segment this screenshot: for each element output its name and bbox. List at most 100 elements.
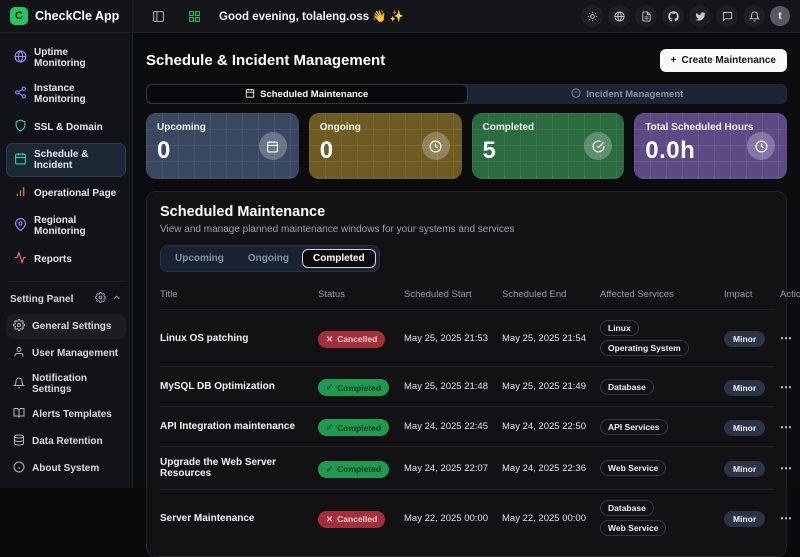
filter-tab-group: Upcoming Ongoing Completed (160, 245, 380, 272)
row-actions-menu[interactable]: ⋯ (780, 380, 793, 394)
info-icon (13, 461, 25, 476)
table-row: Server Maintenance ✕Cancelled May 22, 20… (160, 489, 773, 546)
sidebar-item-label: Uptime Monitoring (34, 47, 118, 69)
service-chip: Operating System (600, 340, 689, 356)
affected-services: Database (600, 379, 718, 395)
impact-badge: Minor (724, 511, 765, 527)
row-actions-menu[interactable]: ⋯ (780, 511, 793, 525)
row-actions-menu[interactable]: ⋯ (780, 461, 793, 475)
topbar-actions: t (581, 5, 800, 27)
status-icon: ✓ (326, 464, 333, 475)
app-name: CheckCle App (35, 9, 119, 23)
sidebar-item-about-system[interactable]: About System (6, 456, 126, 481)
user-avatar[interactable]: t (770, 6, 790, 26)
create-maintenance-label: Create Maintenance (682, 55, 776, 66)
stat-label: Ongoing (320, 122, 451, 133)
calendar-icon (259, 132, 287, 160)
sidebar-item-label: About System (32, 463, 99, 474)
scheduled-end: May 25, 2025 21:49 (502, 381, 594, 392)
maintenance-title: Linux OS patching (160, 333, 312, 344)
twitter-icon[interactable] (689, 5, 711, 27)
clock-icon (747, 132, 775, 160)
sidebar-item-label: Instance Monitoring (34, 83, 118, 105)
col-header-start: Scheduled Start (404, 289, 496, 300)
sidebar-item-regional-monitoring[interactable]: Regional Monitoring (6, 209, 126, 243)
col-header-services: Affected Services (600, 289, 718, 300)
sidebar-item-notification-settings[interactable]: Notification Settings (6, 368, 126, 400)
col-header-impact: Impact (724, 289, 774, 300)
row-actions-menu[interactable]: ⋯ (780, 331, 793, 345)
scheduled-maintenance-panel: Scheduled Maintenance View and manage pl… (146, 191, 787, 557)
docs-icon[interactable] (635, 5, 657, 27)
setting-panel-header[interactable]: Setting Panel (0, 288, 132, 312)
panel-title: Scheduled Maintenance (160, 204, 773, 220)
scheduled-end: May 24, 2025 22:50 (502, 421, 594, 432)
filter-tab-completed[interactable]: Completed (302, 249, 376, 268)
main-content: Schedule & Incident Management + Create … (133, 33, 800, 488)
github-icon[interactable] (662, 5, 684, 27)
status-badge: ✓ Completed (318, 461, 389, 478)
sidebar-item-alerts-templates[interactable]: Alerts Templates (6, 402, 126, 427)
sidebar-item-operational-page[interactable]: Operational Page (6, 179, 126, 207)
status-label: Cancelled (337, 334, 377, 344)
impact-badge: Minor (724, 461, 765, 477)
status-label: Completed (337, 423, 381, 433)
maintenance-table: Title Status Scheduled Start Scheduled E… (160, 282, 773, 546)
stat-card-total-hours: Total Scheduled Hours 0.0h (634, 113, 787, 179)
create-maintenance-button[interactable]: + Create Maintenance (660, 49, 787, 72)
sidebar-item-label: Data Retention (32, 436, 103, 447)
book-open-icon (13, 407, 25, 422)
maintenance-title: Server Maintenance (160, 513, 312, 524)
row-actions-menu[interactable]: ⋯ (780, 420, 793, 434)
greeting-text: Good evening, tolaleng.oss 👋 ✨ (219, 9, 404, 23)
maintenance-title: MySQL DB Optimization (160, 381, 312, 392)
sidebar-item-user-management[interactable]: User Management (6, 341, 126, 366)
filter-tab-upcoming[interactable]: Upcoming (164, 249, 235, 268)
calendar-icon (245, 88, 255, 101)
sidebar-item-instance-monitoring[interactable]: Instance Monitoring (6, 77, 126, 111)
service-chip: Database (600, 379, 654, 395)
stat-card-upcoming: Upcoming 0 (146, 113, 299, 179)
impact-badge: Minor (724, 380, 765, 396)
globe-icon (14, 50, 27, 66)
sidebar-item-uptime-monitoring[interactable]: Uptime Monitoring (6, 41, 126, 75)
language-globe-icon[interactable] (608, 5, 630, 27)
sidebar-item-label: Regional Monitoring (34, 215, 118, 237)
status-label: Completed (337, 464, 381, 474)
theme-sun-icon[interactable] (581, 5, 603, 27)
impact-badge: Minor (724, 420, 765, 436)
chevron-up-icon[interactable] (111, 292, 122, 306)
sidebar-toggle-icon[interactable] (147, 5, 169, 27)
filter-tab-ongoing[interactable]: Ongoing (237, 249, 300, 268)
chat-icon[interactable] (716, 5, 738, 27)
status-badge: ✓Completed (318, 419, 389, 436)
tab-label: Scheduled Maintenance (260, 89, 368, 100)
bell-icon (13, 377, 25, 392)
affected-services: Linux Operating System (600, 320, 718, 356)
service-chip: API Services (600, 419, 668, 435)
sidebar-item-reports[interactable]: Reports (6, 245, 126, 273)
table-row: Upgrade the Web Server Resources ✓Comple… (160, 446, 773, 489)
tab-incident-management[interactable]: Incident Management (468, 84, 788, 104)
scheduled-start: May 25, 2025 21:48 (404, 381, 496, 392)
sidebar-item-label: General Settings (32, 321, 111, 332)
nodes-icon (14, 86, 27, 102)
tab-scheduled-maintenance[interactable]: Scheduled Maintenance (146, 84, 468, 104)
app-logo: C (10, 7, 28, 25)
stat-label: Total Scheduled Hours (645, 122, 776, 133)
scheduled-start: May 22, 2025 00:00 (404, 513, 496, 524)
database-icon (13, 434, 25, 449)
sidebar-item-general-settings[interactable]: General Settings (6, 314, 126, 339)
sidebar-item-schedule-incident[interactable]: Schedule & Incident (6, 143, 126, 177)
affected-services: Database Web Service (600, 500, 718, 536)
sidebar-item-data-retention[interactable]: Data Retention (6, 429, 126, 454)
gear-icon[interactable] (95, 292, 106, 306)
stat-label: Upcoming (157, 122, 288, 133)
notifications-bell-icon[interactable] (743, 5, 765, 27)
apps-grid-icon[interactable] (183, 5, 205, 27)
app-brand[interactable]: C CheckCle App (0, 0, 133, 32)
map-pin-icon (14, 218, 27, 234)
sidebar-item-ssl-domain[interactable]: SSL & Domain (6, 113, 126, 141)
service-chip: Database (600, 500, 654, 516)
sidebar-item-label: SSL & Domain (34, 122, 103, 133)
